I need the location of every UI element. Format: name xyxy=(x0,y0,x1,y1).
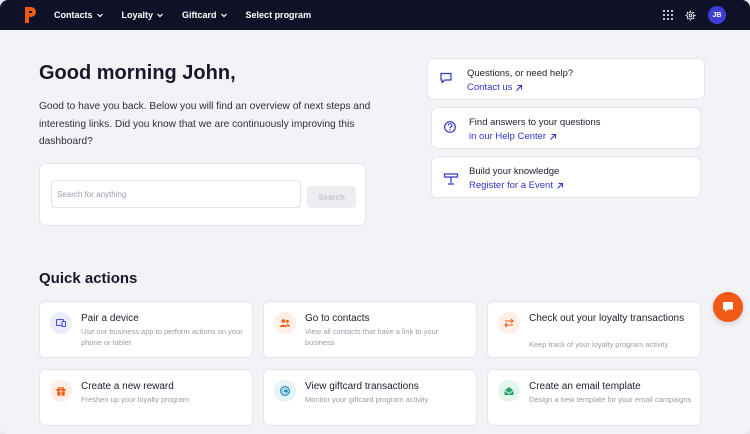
search-button[interactable]: Search xyxy=(307,186,356,208)
nav-select-program-label: Select program xyxy=(245,10,312,20)
chat-bubble-icon xyxy=(440,72,452,84)
qa-label: Check out your loyalty transactions xyxy=(529,313,685,324)
qa-label: Create an email template xyxy=(529,381,641,392)
devices-icon xyxy=(50,312,72,334)
qa-description: Freshen up your loyalty program xyxy=(81,395,189,404)
chat-support-button[interactable] xyxy=(713,292,743,322)
help-link-label: Contact us xyxy=(467,82,513,93)
qa-description: Design a new template for your email cam… xyxy=(529,395,692,404)
help-title: Questions, or need help? xyxy=(467,68,574,79)
chevron-down-icon xyxy=(96,13,103,18)
help-link-label: Register for a Event xyxy=(469,180,553,191)
help-card-events[interactable]: Build your knowledge Register for a Even… xyxy=(431,156,701,198)
qa-description: Keep track of your loyalty program activ… xyxy=(529,340,669,349)
qa-label: Pair a device xyxy=(81,313,139,324)
users-icon xyxy=(274,312,296,334)
help-card-help-center[interactable]: Find answers to your questions in our He… xyxy=(431,107,701,149)
external-arrow-icon xyxy=(550,133,557,140)
qa-go-to-contacts[interactable]: Go to contacts View all contacts that ha… xyxy=(263,301,477,358)
envelope-open-icon xyxy=(498,380,520,402)
help-title: Build your knowledge xyxy=(469,166,560,177)
qa-create-reward[interactable]: Create a new reward Freshen up your loya… xyxy=(39,369,253,426)
qa-pair-device[interactable]: Pair a device Use our business app to pe… xyxy=(39,301,253,358)
nav-giftcard-label: Giftcard xyxy=(182,10,217,20)
nav-giftcard[interactable]: Giftcard xyxy=(182,10,228,20)
topbar-actions: JB xyxy=(663,0,726,30)
lectern-icon xyxy=(443,173,459,185)
qa-giftcard-transactions[interactable]: View giftcard transactions Monitor your … xyxy=(263,369,477,426)
help-center-link[interactable]: in our Help Center xyxy=(469,131,600,142)
brand-logo[interactable] xyxy=(23,6,37,24)
main-nav: Contacts Loyalty Giftcard Select program xyxy=(54,0,311,30)
gear-icon[interactable] xyxy=(685,9,696,21)
qa-label: Go to contacts xyxy=(305,313,370,324)
chat-bubble-icon xyxy=(723,302,733,312)
qa-email-template[interactable]: Create an email template Design a new te… xyxy=(487,369,701,426)
search-input[interactable] xyxy=(51,180,301,208)
nav-loyalty-label: Loyalty xyxy=(121,10,154,20)
top-navigation-bar: Contacts Loyalty Giftcard Select program xyxy=(0,0,750,30)
help-title: Find answers to your questions xyxy=(469,117,601,128)
help-card-contact[interactable]: Questions, or need help? Contact us xyxy=(427,58,705,100)
contact-us-link[interactable]: Contact us xyxy=(467,82,573,93)
chevron-down-icon xyxy=(157,13,163,18)
help-link-label: in our Help Center xyxy=(469,131,547,142)
user-avatar[interactable]: JB xyxy=(708,6,726,24)
nav-contacts-label: Contacts xyxy=(54,10,93,20)
external-arrow-icon xyxy=(557,182,564,189)
swap-arrows-icon xyxy=(498,312,520,334)
search-card: Search xyxy=(39,163,366,226)
nav-select-program[interactable]: Select program xyxy=(246,10,312,20)
external-arrow-icon xyxy=(516,84,523,91)
qa-description: Use our business app to perform actions … xyxy=(81,327,243,347)
qa-loyalty-transactions[interactable]: Check out your loyalty transactions Keep… xyxy=(487,301,701,358)
apps-grid-icon[interactable] xyxy=(663,10,673,20)
chevron-down-icon xyxy=(220,13,227,18)
question-circle-icon xyxy=(444,121,456,133)
intro-text: Good to have you back. Below you will fi… xyxy=(39,101,371,147)
gift-icon xyxy=(50,380,72,402)
quick-actions-title: Quick actions xyxy=(39,270,138,287)
qa-label: View giftcard transactions xyxy=(305,381,419,392)
app-window: Contacts Loyalty Giftcard Select program xyxy=(0,0,750,434)
nav-loyalty[interactable]: Loyalty xyxy=(122,10,165,20)
register-event-link[interactable]: Register for a Event xyxy=(469,180,564,191)
page-greeting: Good morning John, xyxy=(39,62,236,84)
coin-icon xyxy=(274,380,296,402)
qa-description: Monitor your giftcard program activity xyxy=(305,395,429,404)
nav-contacts[interactable]: Contacts xyxy=(54,10,104,20)
qa-description: View all contacts that have a link to yo… xyxy=(305,327,439,347)
qa-label: Create a new reward xyxy=(81,381,174,392)
